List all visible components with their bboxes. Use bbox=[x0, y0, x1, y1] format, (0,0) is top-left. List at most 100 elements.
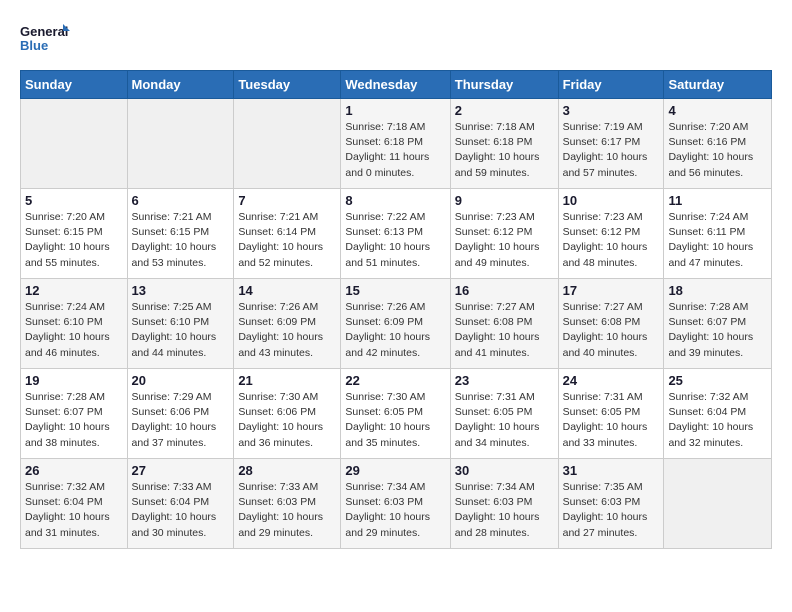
calendar-week-row: 1Sunrise: 7:18 AMSunset: 6:18 PMDaylight… bbox=[21, 99, 772, 189]
day-number: 4 bbox=[668, 103, 767, 118]
day-info: Sunrise: 7:28 AMSunset: 6:07 PMDaylight:… bbox=[668, 300, 767, 361]
calendar-cell: 2Sunrise: 7:18 AMSunset: 6:18 PMDaylight… bbox=[450, 99, 558, 189]
calendar-cell: 28 Sunrise: 7:33 AMSunset: 6:03 PMDayligh… bbox=[234, 459, 341, 549]
day-number: 11 bbox=[668, 193, 767, 208]
calendar-cell: 6 Sunrise: 7:21 AMSunset: 6:15 PMDaylight… bbox=[127, 189, 234, 279]
day-info: Sunrise: 7:26 AMSunset: 6:09 PMDaylight:… bbox=[345, 300, 445, 361]
day-number: 6 bbox=[132, 193, 230, 208]
calendar-cell: 7 Sunrise: 7:21 AMSunset: 6:14 PMDaylight… bbox=[234, 189, 341, 279]
calendar-cell: 16 Sunrise: 7:27 AMSunset: 6:08 PMDayligh… bbox=[450, 279, 558, 369]
calendar-cell: 13 Sunrise: 7:25 AMSunset: 6:10 PMDayligh… bbox=[127, 279, 234, 369]
weekday-header-row: SundayMondayTuesdayWednesdayThursdayFrid… bbox=[21, 71, 772, 99]
logo-svg: General Blue bbox=[20, 20, 70, 60]
day-number: 14 bbox=[238, 283, 336, 298]
calendar-cell: 18 Sunrise: 7:28 AMSunset: 6:07 PMDayligh… bbox=[664, 279, 772, 369]
day-number: 8 bbox=[345, 193, 445, 208]
day-info: Sunrise: 7:28 AMSunset: 6:07 PMDaylight:… bbox=[25, 390, 123, 451]
day-info: Sunrise: 7:20 AMSunset: 6:15 PMDaylight:… bbox=[25, 210, 123, 271]
weekday-header-monday: Monday bbox=[127, 71, 234, 99]
calendar-week-row: 26 Sunrise: 7:32 AMSunset: 6:04 PMDayligh… bbox=[21, 459, 772, 549]
day-info: Sunrise: 7:27 AMSunset: 6:08 PMDaylight:… bbox=[455, 300, 554, 361]
day-number: 9 bbox=[455, 193, 554, 208]
svg-text:Blue: Blue bbox=[20, 38, 48, 53]
calendar-cell: 22 Sunrise: 7:30 AMSunset: 6:05 PMDayligh… bbox=[341, 369, 450, 459]
calendar-cell bbox=[127, 99, 234, 189]
day-number: 25 bbox=[668, 373, 767, 388]
calendar-cell bbox=[21, 99, 128, 189]
calendar-cell: 1Sunrise: 7:18 AMSunset: 6:18 PMDaylight… bbox=[341, 99, 450, 189]
calendar-week-row: 12 Sunrise: 7:24 AMSunset: 6:10 PMDayligh… bbox=[21, 279, 772, 369]
calendar-cell: 8 Sunrise: 7:22 AMSunset: 6:13 PMDaylight… bbox=[341, 189, 450, 279]
calendar-cell: 9 Sunrise: 7:23 AMSunset: 6:12 PMDaylight… bbox=[450, 189, 558, 279]
day-info: Sunrise: 7:24 AMSunset: 6:10 PMDaylight:… bbox=[25, 300, 123, 361]
calendar-cell: 24 Sunrise: 7:31 AMSunset: 6:05 PMDayligh… bbox=[558, 369, 664, 459]
day-info: Sunrise: 7:31 AMSunset: 6:05 PMDaylight:… bbox=[455, 390, 554, 451]
day-number: 22 bbox=[345, 373, 445, 388]
day-number: 23 bbox=[455, 373, 554, 388]
calendar-table: SundayMondayTuesdayWednesdayThursdayFrid… bbox=[20, 70, 772, 549]
calendar-cell: 30Sunrise: 7:34 AMSunset: 6:03 PMDayligh… bbox=[450, 459, 558, 549]
day-info: Sunrise: 7:31 AMSunset: 6:05 PMDaylight:… bbox=[563, 390, 660, 451]
page-header: General Blue bbox=[20, 20, 772, 60]
day-info: Sunrise: 7:30 AMSunset: 6:06 PMDaylight:… bbox=[238, 390, 336, 451]
day-info: Sunrise: 7:30 AMSunset: 6:05 PMDaylight:… bbox=[345, 390, 445, 451]
day-number: 24 bbox=[563, 373, 660, 388]
day-number: 26 bbox=[25, 463, 123, 478]
day-info: Sunrise: 7:20 AMSunset: 6:16 PMDaylight:… bbox=[668, 120, 767, 181]
calendar-cell: 17 Sunrise: 7:27 AMSunset: 6:08 PMDayligh… bbox=[558, 279, 664, 369]
calendar-cell: 29 Sunrise: 7:34 AMSunset: 6:03 PMDayligh… bbox=[341, 459, 450, 549]
day-info: Sunrise: 7:23 AMSunset: 6:12 PMDaylight:… bbox=[455, 210, 554, 271]
day-info: Sunrise: 7:32 AMSunset: 6:04 PMDaylight:… bbox=[668, 390, 767, 451]
calendar-cell: 25 Sunrise: 7:32 AMSunset: 6:04 PMDayligh… bbox=[664, 369, 772, 459]
calendar-cell: 23 Sunrise: 7:31 AMSunset: 6:05 PMDayligh… bbox=[450, 369, 558, 459]
day-number: 13 bbox=[132, 283, 230, 298]
day-info: Sunrise: 7:29 AMSunset: 6:06 PMDaylight:… bbox=[132, 390, 230, 451]
calendar-cell: 19 Sunrise: 7:28 AMSunset: 6:07 PMDayligh… bbox=[21, 369, 128, 459]
day-number: 5 bbox=[25, 193, 123, 208]
day-info: Sunrise: 7:21 AMSunset: 6:14 PMDaylight:… bbox=[238, 210, 336, 271]
calendar-cell: 11Sunrise: 7:24 AMSunset: 6:11 PMDayligh… bbox=[664, 189, 772, 279]
day-number: 16 bbox=[455, 283, 554, 298]
day-number: 18 bbox=[668, 283, 767, 298]
weekday-header-friday: Friday bbox=[558, 71, 664, 99]
day-info: Sunrise: 7:32 AMSunset: 6:04 PMDaylight:… bbox=[25, 480, 123, 541]
calendar-cell: 5 Sunrise: 7:20 AMSunset: 6:15 PMDaylight… bbox=[21, 189, 128, 279]
calendar-cell: 31Sunrise: 7:35 AMSunset: 6:03 PMDayligh… bbox=[558, 459, 664, 549]
day-number: 3 bbox=[563, 103, 660, 118]
weekday-header-thursday: Thursday bbox=[450, 71, 558, 99]
calendar-cell: 3Sunrise: 7:19 AMSunset: 6:17 PMDaylight… bbox=[558, 99, 664, 189]
day-number: 21 bbox=[238, 373, 336, 388]
day-info: Sunrise: 7:26 AMSunset: 6:09 PMDaylight:… bbox=[238, 300, 336, 361]
day-info: Sunrise: 7:25 AMSunset: 6:10 PMDaylight:… bbox=[132, 300, 230, 361]
day-number: 31 bbox=[563, 463, 660, 478]
day-info: Sunrise: 7:27 AMSunset: 6:08 PMDaylight:… bbox=[563, 300, 660, 361]
weekday-header-tuesday: Tuesday bbox=[234, 71, 341, 99]
day-info: Sunrise: 7:33 AMSunset: 6:04 PMDaylight:… bbox=[132, 480, 230, 541]
day-number: 29 bbox=[345, 463, 445, 478]
calendar-cell: 20 Sunrise: 7:29 AMSunset: 6:06 PMDayligh… bbox=[127, 369, 234, 459]
day-number: 7 bbox=[238, 193, 336, 208]
day-number: 20 bbox=[132, 373, 230, 388]
day-info: Sunrise: 7:34 AMSunset: 6:03 PMDaylight:… bbox=[455, 480, 554, 541]
day-info: Sunrise: 7:33 AMSunset: 6:03 PMDaylight:… bbox=[238, 480, 336, 541]
calendar-cell: 26 Sunrise: 7:32 AMSunset: 6:04 PMDayligh… bbox=[21, 459, 128, 549]
day-info: Sunrise: 7:18 AMSunset: 6:18 PMDaylight:… bbox=[345, 120, 445, 181]
day-number: 28 bbox=[238, 463, 336, 478]
calendar-cell: 10Sunrise: 7:23 AMSunset: 6:12 PMDayligh… bbox=[558, 189, 664, 279]
calendar-week-row: 19 Sunrise: 7:28 AMSunset: 6:07 PMDayligh… bbox=[21, 369, 772, 459]
calendar-cell: 12 Sunrise: 7:24 AMSunset: 6:10 PMDayligh… bbox=[21, 279, 128, 369]
day-number: 19 bbox=[25, 373, 123, 388]
day-info: Sunrise: 7:22 AMSunset: 6:13 PMDaylight:… bbox=[345, 210, 445, 271]
weekday-header-sunday: Sunday bbox=[21, 71, 128, 99]
day-number: 15 bbox=[345, 283, 445, 298]
logo: General Blue bbox=[20, 20, 70, 60]
day-number: 27 bbox=[132, 463, 230, 478]
day-info: Sunrise: 7:34 AMSunset: 6:03 PMDaylight:… bbox=[345, 480, 445, 541]
day-number: 2 bbox=[455, 103, 554, 118]
calendar-cell: 4 Sunrise: 7:20 AMSunset: 6:16 PMDaylight… bbox=[664, 99, 772, 189]
day-number: 17 bbox=[563, 283, 660, 298]
day-info: Sunrise: 7:21 AMSunset: 6:15 PMDaylight:… bbox=[132, 210, 230, 271]
calendar-cell: 15 Sunrise: 7:26 AMSunset: 6:09 PMDayligh… bbox=[341, 279, 450, 369]
calendar-week-row: 5 Sunrise: 7:20 AMSunset: 6:15 PMDaylight… bbox=[21, 189, 772, 279]
day-number: 12 bbox=[25, 283, 123, 298]
